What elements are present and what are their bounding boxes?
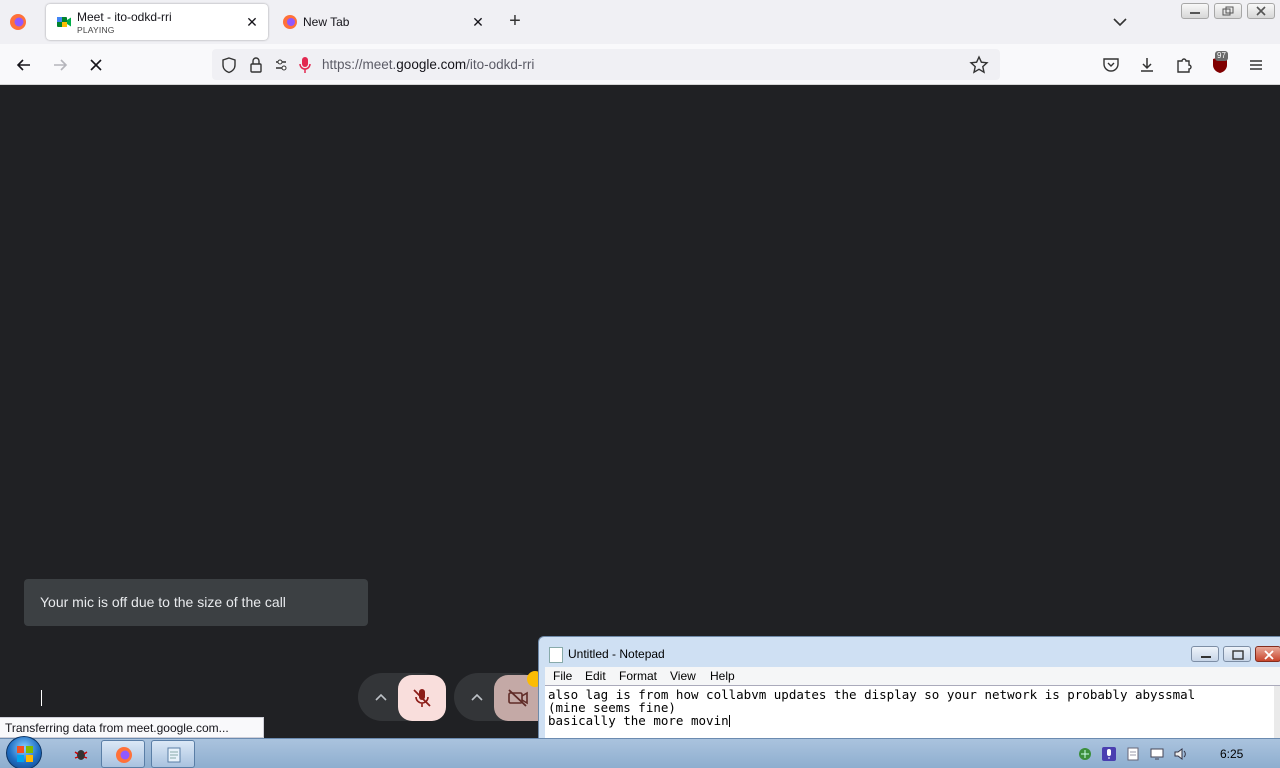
document-tray-icon[interactable] (1126, 747, 1140, 761)
browser-status-text: Transferring data from meet.google.com..… (0, 717, 264, 738)
text-caret (41, 690, 42, 706)
taskbar-app-firefox[interactable] (101, 740, 145, 768)
tab-bar: Meet - ito-odkd-rri PLAYING ✕ New Tab ✕ … (0, 0, 1280, 44)
url-text[interactable]: https://meet.google.com/ito-odkd-rri (322, 57, 534, 72)
taskbar-app-bug[interactable] (59, 740, 103, 768)
stop-loading-icon[interactable] (86, 55, 106, 75)
video-settings-chevron-up-icon[interactable] (465, 686, 489, 710)
close-tab-icon[interactable]: ✕ (244, 14, 260, 30)
downloads-icon[interactable] (1137, 55, 1157, 75)
microphone-sharing-icon[interactable] (298, 56, 312, 74)
display-tray-icon[interactable] (1150, 747, 1164, 761)
close-icon (1256, 6, 1266, 16)
taskbar-app-notepad[interactable] (151, 740, 195, 768)
tab-playing-label: PLAYING (77, 25, 115, 35)
start-button[interactable] (6, 736, 42, 768)
site-permissions-icon[interactable] (274, 57, 292, 73)
forward-arrow-icon[interactable] (50, 55, 70, 75)
notepad-window[interactable]: Untitled - Notepad File Edit Format View… (538, 636, 1280, 739)
extension-badge: 97 (1215, 51, 1228, 61)
tab-meet[interactable]: Meet - ito-odkd-rri PLAYING ✕ (46, 4, 268, 40)
notepad-icon (167, 747, 181, 763)
window-restore-button[interactable] (1214, 3, 1242, 19)
taskbar-clock[interactable]: 6:25 (1220, 747, 1243, 761)
notepad-minimize-button[interactable] (1191, 646, 1219, 662)
vertical-scrollbar[interactable] (1274, 686, 1280, 739)
tab-new-tab[interactable]: New Tab ✕ (272, 4, 494, 40)
menu-view[interactable]: View (670, 669, 696, 683)
extensions-puzzle-icon[interactable] (1174, 55, 1194, 75)
mic-off-notification: Your mic is off due to the size of the c… (24, 579, 368, 626)
close-tab-icon[interactable]: ✕ (470, 14, 486, 30)
google-meet-icon (57, 17, 71, 27)
tracking-protection-shield-icon[interactable] (220, 56, 238, 74)
restore-icon (1222, 6, 1234, 16)
close-icon (1264, 650, 1274, 660)
text-cursor (728, 715, 730, 727)
lock-icon[interactable] (248, 56, 264, 74)
microphone-toggle-button[interactable] (398, 675, 446, 721)
new-tab-plus-icon[interactable]: + (505, 11, 525, 32)
firefox-view-icon[interactable] (8, 12, 28, 32)
window-minimize-button[interactable] (1181, 3, 1209, 19)
notepad-maximize-button[interactable] (1223, 646, 1251, 662)
notepad-menubar: File Edit Format View Help (545, 667, 1280, 685)
camera-off-icon (508, 689, 528, 707)
menu-edit[interactable]: Edit (585, 669, 606, 683)
back-arrow-icon[interactable] (14, 55, 34, 75)
notepad-close-button[interactable] (1255, 646, 1280, 662)
windows-logo-icon (17, 746, 33, 762)
windows-taskbar: 6:25 (0, 736, 1280, 768)
notepad-text-area[interactable]: also lag is from how collabvm updates th… (545, 685, 1280, 739)
tab-title: Meet - ito-odkd-rri (77, 10, 172, 24)
maximize-icon (1232, 650, 1244, 660)
firefox-icon (116, 747, 132, 763)
network-tray-icon[interactable] (1078, 747, 1092, 761)
address-bar[interactable]: https://meet.google.com/ito-odkd-rri (212, 49, 1000, 80)
minimize-icon (1190, 12, 1200, 14)
bug-app-icon (74, 750, 88, 760)
menu-format[interactable]: Format (619, 669, 657, 683)
mic-off-icon (413, 689, 431, 707)
audio-settings-chevron-up-icon[interactable] (369, 686, 393, 710)
bookmark-star-icon[interactable] (969, 55, 989, 75)
tab-title: New Tab (303, 15, 350, 29)
firefox-icon (283, 15, 297, 29)
window-close-button[interactable] (1247, 3, 1275, 19)
menu-file[interactable]: File (553, 669, 572, 683)
menu-help[interactable]: Help (710, 669, 735, 683)
notepad-title: Untitled - Notepad (568, 647, 665, 661)
navigation-toolbar: https://meet.google.com/ito-odkd-rri 97 (0, 44, 1280, 85)
volume-tray-icon[interactable] (1174, 747, 1188, 761)
hamburger-menu-icon[interactable] (1246, 55, 1266, 75)
microphone-tray-icon[interactable] (1102, 747, 1116, 761)
text-line: basically the more movin (548, 713, 730, 728)
pocket-icon[interactable] (1101, 55, 1121, 75)
minimize-icon (1201, 656, 1211, 658)
list-all-tabs-chevron-icon[interactable] (1111, 12, 1129, 32)
notepad-icon (549, 647, 563, 663)
